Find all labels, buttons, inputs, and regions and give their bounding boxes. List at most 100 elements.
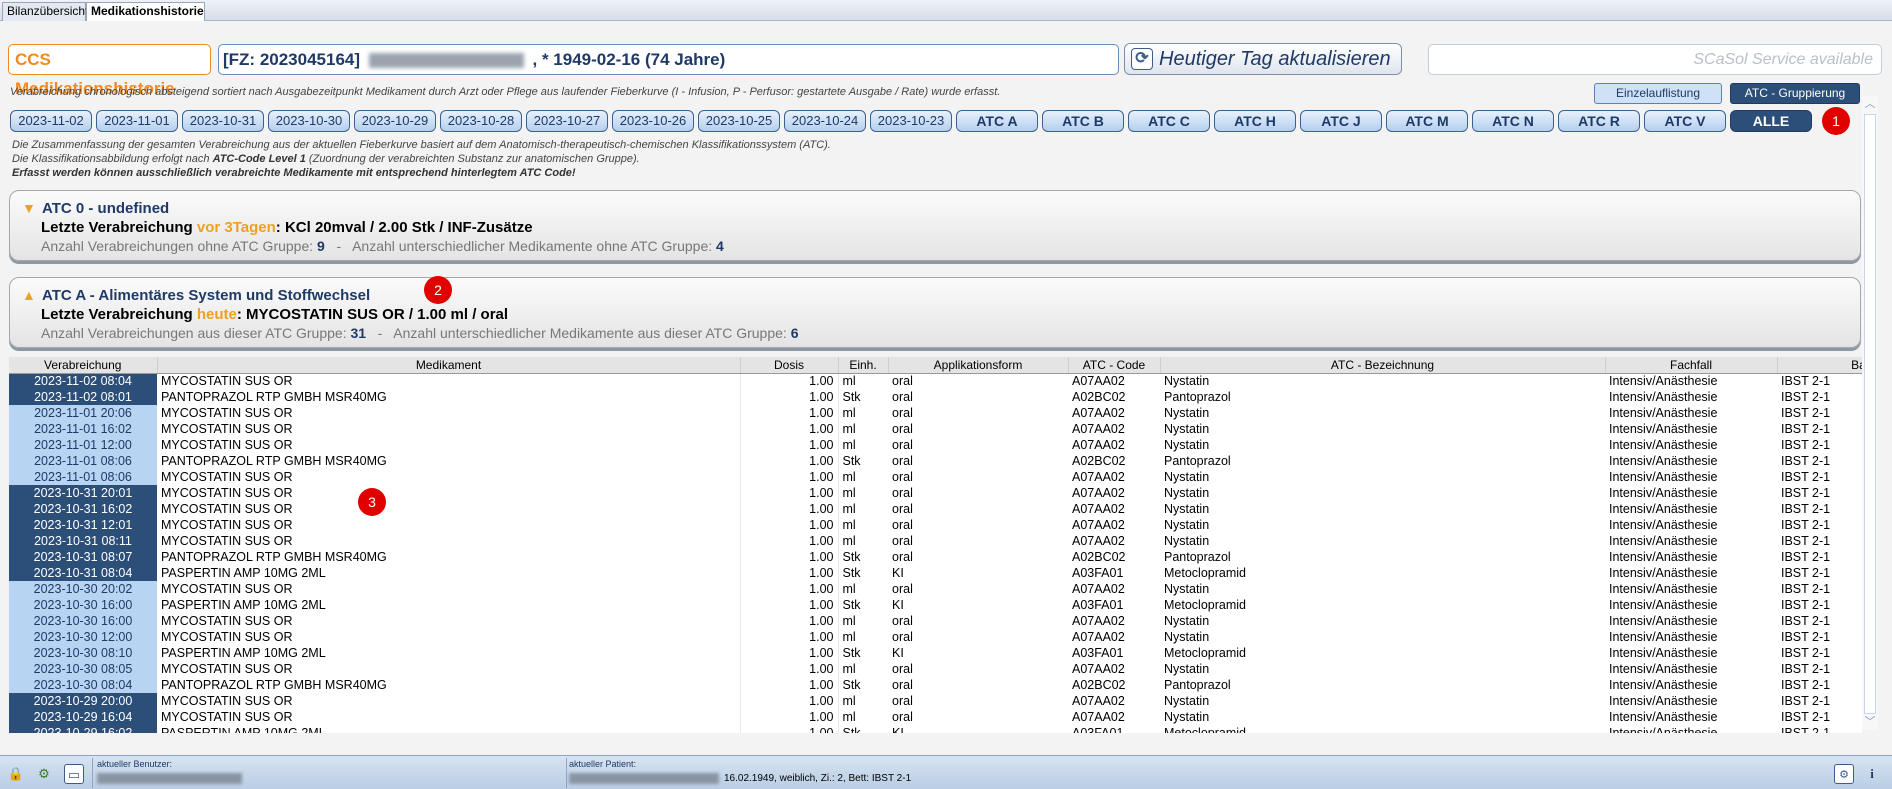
table-row[interactable]: 2023-10-29 16:02 PASPERTIN AMP 10MG 2ML 1.… [9, 725, 1862, 733]
cell-code: A07AA02 [1072, 709, 1125, 724]
cell-fach: Intensiv/Anästhesie [1609, 725, 1718, 734]
column-header[interactable]: Applikationsform [888, 357, 1069, 374]
cell-code: A02BC02 [1072, 549, 1126, 564]
cell-unit: ml [842, 437, 856, 452]
table-row[interactable]: 2023-10-30 08:05 MYCOSTATIN SUS OR 1.00 ml o… [9, 661, 1862, 677]
table-row[interactable]: 2023-10-29 16:04 MYCOSTATIN SUS OR 1.00 ml o… [9, 709, 1862, 725]
table-row[interactable]: 2023-11-02 08:01 PANTOPRAZOL RTP GMBH MSR… [9, 389, 1862, 405]
table-row[interactable]: 2023-10-31 08:04 PASPERTIN AMP 10MG 2ML 1.… [9, 565, 1862, 581]
table-row[interactable]: 2023-10-31 20:01 MYCOSTATIN SUS OR 1.00 ml o… [9, 485, 1862, 501]
date-filter-button[interactable]: 2023-10-28 [440, 110, 522, 132]
scroll-thumb[interactable] [1864, 114, 1876, 714]
settings-icon[interactable]: ⚙ [1834, 764, 1854, 784]
table-row[interactable]: 2023-11-01 16:02 MYCOSTATIN SUS OR 1.00 ml o… [9, 421, 1862, 437]
table-row[interactable]: 2023-10-30 16:00 PASPERTIN AMP 10MG 2ML 1.… [9, 597, 1862, 613]
cell-med: MYCOSTATIN SUS OR [157, 469, 741, 485]
cell-fach: Intensiv/Anästhesie [1609, 581, 1718, 596]
date-filter-button[interactable]: 2023-10-25 [698, 110, 780, 132]
column-header[interactable]: ATC - Bezeichnung [1160, 357, 1606, 374]
monitor-icon[interactable]: ▭ [64, 764, 84, 784]
cell-med: PASPERTIN AMP 10MG 2ML [157, 725, 741, 733]
vertical-scrollbar[interactable]: ︿ ﹀ [1862, 96, 1878, 730]
status-divider [92, 758, 93, 788]
user-label: aktueller Benutzer: [97, 759, 173, 769]
table-row[interactable]: 2023-10-31 08:11 MYCOSTATIN SUS OR 1.00 ml o… [9, 533, 1862, 549]
cell-fach: Intensiv/Anästhesie [1609, 709, 1718, 724]
date-filter-button[interactable]: 2023-10-24 [784, 110, 866, 132]
view-single-button[interactable]: Einzelauflistung [1594, 83, 1722, 104]
tab-medikationshistorie[interactable]: Medikationshistorie [86, 2, 205, 21]
annotation-marker-1: 1 [1822, 107, 1850, 135]
date-filter-button[interactable]: 2023-10-29 [354, 110, 436, 132]
atc-filter-alle[interactable]: ALLE [1730, 110, 1812, 132]
table-row[interactable]: 2023-10-29 20:00 MYCOSTATIN SUS OR 1.00 ml o… [9, 693, 1862, 709]
description-text: Verabreichung chronologisch absteigend s… [10, 86, 1001, 98]
table-row[interactable]: 2023-10-30 12:00 MYCOSTATIN SUS OR 1.00 ml o… [9, 629, 1862, 645]
refresh-today-button[interactable]: ⟳ Heutiger Tag aktualisieren [1124, 43, 1402, 75]
table-row[interactable]: 2023-10-31 08:07 PANTOPRAZOL RTP GMBH MSR… [9, 549, 1862, 565]
column-header[interactable]: Baufall [1777, 357, 1862, 374]
cell-med: MYCOSTATIN SUS OR [157, 501, 741, 517]
network-icon[interactable]: ⚙ [34, 764, 54, 784]
table-row[interactable]: 2023-11-01 12:00 MYCOSTATIN SUS OR 1.00 ml o… [9, 437, 1862, 453]
atc-group-0[interactable]: ▼ ATC 0 - undefined Letzte Verabreichung… [9, 190, 1861, 261]
date-filter-button[interactable]: 2023-10-26 [612, 110, 694, 132]
cell-name: Nystatin [1164, 405, 1210, 420]
atc-filter-h[interactable]: ATC H [1214, 110, 1296, 132]
atc-filter-v[interactable]: ATC V [1644, 110, 1726, 132]
expand-arrow-icon[interactable]: ▲ [22, 287, 36, 303]
date-filter-button[interactable]: 2023-10-27 [526, 110, 608, 132]
cell-bau: IBST 2-1 [1781, 581, 1831, 596]
cell-fach: Intensiv/Anästhesie [1609, 501, 1718, 516]
cell-dose: 1.00 [740, 533, 839, 549]
scroll-up-icon[interactable]: ︿ [1862, 96, 1878, 112]
table-row[interactable]: 2023-10-31 12:01 MYCOSTATIN SUS OR 1.00 ml o… [9, 517, 1862, 533]
tab-bilanzuebersicht[interactable]: Bilanzübersicht [2, 2, 88, 21]
lock-icon[interactable]: 🔒 [6, 764, 26, 784]
cell-bau: IBST 2-1 [1781, 629, 1831, 644]
cell-name: Nystatin [1164, 709, 1210, 724]
column-header[interactable]: Fachfall [1605, 357, 1778, 374]
date-filter-button[interactable]: 2023-10-23 [870, 110, 952, 132]
date-filter-button[interactable]: 2023-11-02 [10, 110, 92, 132]
atc-filter-j[interactable]: ATC J [1300, 110, 1382, 132]
scroll-down-icon[interactable]: ﹀ [1862, 714, 1878, 730]
cell-code: A07AA02 [1072, 469, 1125, 484]
cell-unit: ml [842, 405, 856, 420]
atc-filter-a[interactable]: ATC A [956, 110, 1038, 132]
date-filter-button[interactable]: 2023-11-01 [96, 110, 178, 132]
table-row[interactable]: 2023-10-30 08:10 PASPERTIN AMP 10MG 2ML 1.… [9, 645, 1862, 661]
table-row[interactable]: 2023-10-30 16:00 MYCOSTATIN SUS OR 1.00 ml o… [9, 613, 1862, 629]
column-header[interactable]: Einh. [838, 357, 889, 374]
atc-filter-r[interactable]: ATC R [1558, 110, 1640, 132]
table-row[interactable]: 2023-11-01 08:06 PANTOPRAZOL RTP GMBH MSR… [9, 453, 1862, 469]
table-row[interactable]: 2023-11-01 20:06 MYCOSTATIN SUS OR 1.00 ml o… [9, 405, 1862, 421]
column-header[interactable]: ATC - Code [1068, 357, 1161, 374]
atc-group-a[interactable]: ▲ ATC A - Alimentäres System und Stoffwe… [9, 277, 1861, 348]
table-row[interactable]: 2023-10-30 08:04 PANTOPRAZOL RTP GMBH MSR… [9, 677, 1862, 693]
cell-code: A07AA02 [1072, 485, 1125, 500]
cell-date: 2023-10-29 16:02 [9, 725, 157, 733]
atc-filter-c[interactable]: ATC C [1128, 110, 1210, 132]
table-row[interactable]: 2023-11-01 08:06 MYCOSTATIN SUS OR 1.00 ml o… [9, 469, 1862, 485]
group-stats: Anzahl Verabreichungen aus dieser ATC Gr… [41, 325, 799, 341]
table-row[interactable]: 2023-10-30 20:02 MYCOSTATIN SUS OR 1.00 ml o… [9, 581, 1862, 597]
column-header[interactable]: Medikament [157, 357, 741, 374]
patient-name-redacted [569, 773, 719, 784]
atc-filter-b[interactable]: ATC B [1042, 110, 1124, 132]
atc-filter-m[interactable]: ATC M [1386, 110, 1468, 132]
column-header[interactable]: Verabreichung [9, 357, 158, 374]
table-row[interactable]: 2023-10-31 16:02 MYCOSTATIN SUS OR 1.00 ml o… [9, 501, 1862, 517]
view-group-button[interactable]: ATC - Gruppierung [1730, 83, 1860, 104]
cell-date: 2023-10-31 08:07 [9, 549, 157, 565]
cell-fach: Intensiv/Anästhesie [1609, 677, 1718, 692]
date-filter-button[interactable]: 2023-10-31 [182, 110, 264, 132]
table-row[interactable]: 2023-11-02 08:04 MYCOSTATIN SUS OR 1.00 ml o… [9, 373, 1862, 389]
cell-unit: ml [842, 709, 856, 724]
date-filter-button[interactable]: 2023-10-30 [268, 110, 350, 132]
atc-filter-n[interactable]: ATC N [1472, 110, 1554, 132]
info-icon[interactable]: i [1862, 764, 1882, 784]
column-header[interactable]: Dosis [740, 357, 839, 374]
collapse-arrow-icon[interactable]: ▼ [22, 200, 36, 216]
cell-date: 2023-10-31 12:01 [9, 517, 157, 533]
